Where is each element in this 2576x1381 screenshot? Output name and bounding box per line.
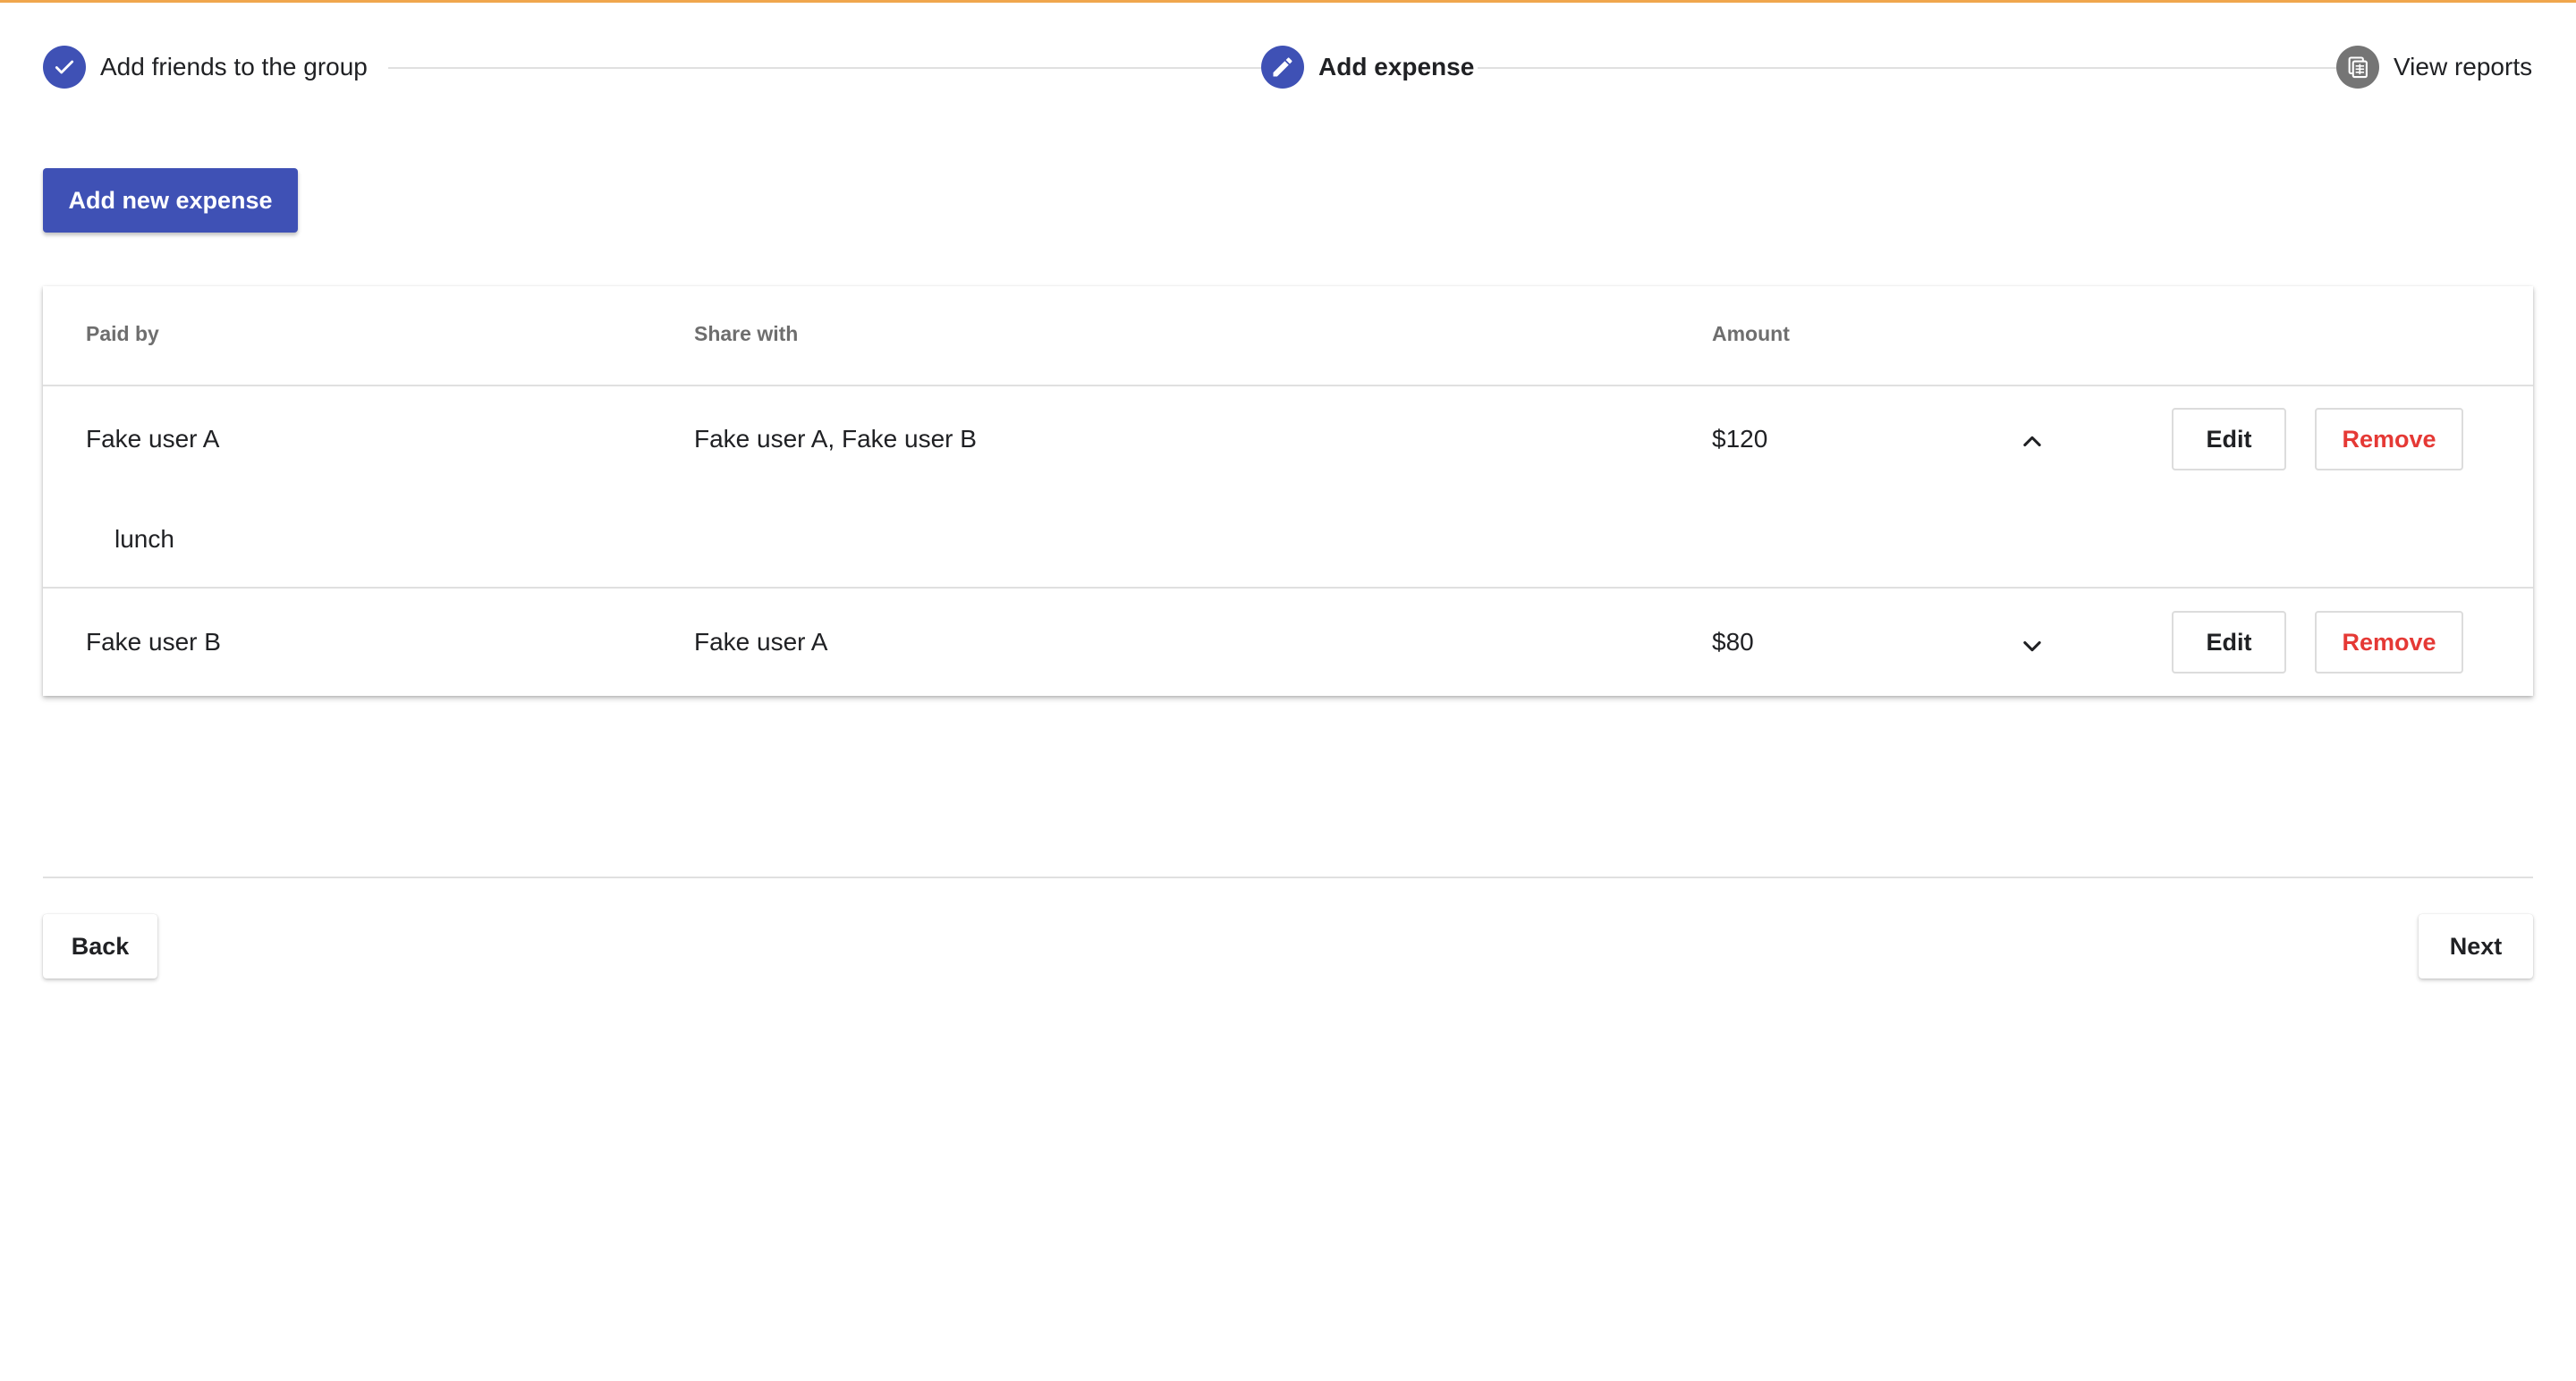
chevron-up-icon[interactable] bbox=[2014, 424, 2050, 460]
top-accent-bar bbox=[0, 0, 2576, 3]
remove-button[interactable]: Remove bbox=[2315, 408, 2463, 470]
step-connector bbox=[1478, 67, 2367, 69]
amount-cell: $120 bbox=[1712, 425, 1768, 453]
paid-by-cell: Fake user A bbox=[86, 425, 220, 453]
pencil-icon bbox=[1261, 46, 1304, 89]
check-icon bbox=[43, 46, 86, 89]
footer-divider bbox=[43, 877, 2533, 878]
paid-by-cell: Fake user B bbox=[86, 628, 221, 656]
stepper: Add friends to the group Add expense Vie… bbox=[43, 45, 2533, 89]
step-label: Add friends to the group bbox=[100, 53, 368, 80]
step-label: Add expense bbox=[1318, 53, 1475, 80]
row-divider bbox=[43, 587, 2533, 589]
column-header-paid-by: Paid by bbox=[86, 322, 159, 345]
chevron-down-icon[interactable] bbox=[2014, 628, 2050, 664]
edit-button[interactable]: Edit bbox=[2172, 611, 2286, 674]
back-button[interactable]: Back bbox=[43, 914, 157, 979]
report-icon bbox=[2336, 46, 2379, 89]
step-add-friends[interactable]: Add friends to the group bbox=[43, 45, 368, 89]
column-header-amount: Amount bbox=[1712, 322, 1790, 345]
share-with-cell: Fake user A, Fake user B bbox=[694, 425, 977, 453]
amount-cell: $80 bbox=[1712, 628, 1754, 656]
share-with-cell: Fake user A bbox=[694, 628, 828, 656]
step-view-reports[interactable]: View reports bbox=[2336, 45, 2532, 89]
step-add-expense[interactable]: Add expense bbox=[1261, 45, 1474, 89]
step-label: View reports bbox=[2394, 53, 2533, 80]
expense-description: lunch bbox=[114, 525, 174, 553]
edit-button[interactable]: Edit bbox=[2172, 408, 2286, 470]
add-new-expense-button[interactable]: Add new expense bbox=[43, 168, 298, 233]
step-connector bbox=[388, 67, 1283, 69]
expense-table: Paid by Share with Amount Fake user A Fa… bbox=[43, 286, 2533, 696]
next-button[interactable]: Next bbox=[2419, 914, 2533, 979]
table-header: Paid by Share with Amount bbox=[43, 286, 2533, 386]
remove-button[interactable]: Remove bbox=[2315, 611, 2463, 674]
page: Add friends to the group Add expense Vie… bbox=[0, 0, 2576, 1381]
column-header-share-with: Share with bbox=[694, 322, 799, 345]
